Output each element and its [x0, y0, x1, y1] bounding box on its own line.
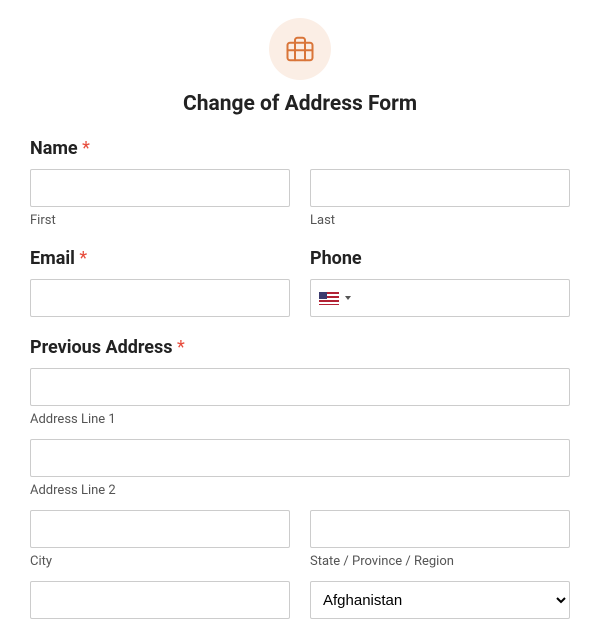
- first-name-input[interactable]: [30, 169, 290, 207]
- address-line-2-sublabel: Address Line 2: [30, 483, 570, 498]
- address-line-1-input[interactable]: [30, 368, 570, 406]
- state-input[interactable]: [310, 510, 570, 548]
- address-line-2-input[interactable]: [30, 439, 570, 477]
- country-select[interactable]: Afghanistan: [310, 581, 570, 619]
- city-input[interactable]: [30, 510, 290, 548]
- previous-address-section: Previous Address * Address Line 1 Addres…: [30, 337, 570, 619]
- phone-input[interactable]: [310, 279, 570, 317]
- phone-label-text: Phone: [310, 248, 362, 269]
- name-label-text: Name: [30, 138, 78, 159]
- state-sublabel: State / Province / Region: [310, 554, 570, 569]
- briefcase-icon: [269, 18, 331, 80]
- email-input[interactable]: [30, 279, 290, 317]
- email-label-text: Email: [30, 248, 75, 269]
- address-line-1-sublabel: Address Line 1: [30, 412, 570, 427]
- previous-address-label-text: Previous Address: [30, 337, 172, 358]
- required-indicator: *: [82, 138, 90, 159]
- last-name-sublabel: Last: [310, 213, 570, 228]
- last-name-input[interactable]: [310, 169, 570, 207]
- required-indicator: *: [177, 337, 185, 358]
- chevron-down-icon: [345, 296, 351, 300]
- email-label: Email *: [30, 248, 290, 269]
- phone-label: Phone: [310, 248, 570, 269]
- city-sublabel: City: [30, 554, 290, 569]
- us-flag-icon: [319, 292, 339, 305]
- name-section: Name * First Last: [30, 138, 570, 228]
- first-name-sublabel: First: [30, 213, 290, 228]
- name-label: Name *: [30, 138, 570, 159]
- previous-address-label: Previous Address *: [30, 337, 570, 358]
- postal-input[interactable]: [30, 581, 290, 619]
- required-indicator: *: [79, 248, 87, 269]
- contact-section: Email * Phone: [30, 248, 570, 317]
- form-title: Change of Address Form: [30, 92, 570, 116]
- form-header: Change of Address Form: [30, 0, 570, 116]
